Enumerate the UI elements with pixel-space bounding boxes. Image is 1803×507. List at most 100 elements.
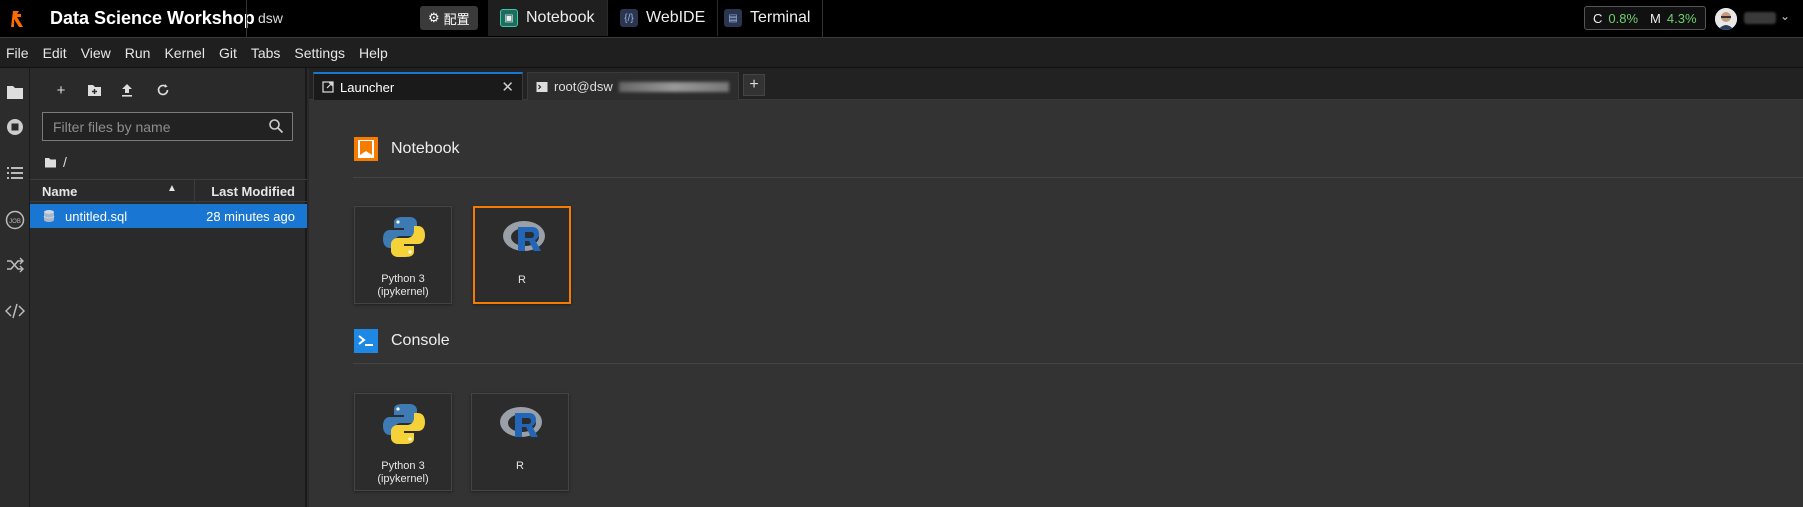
divider xyxy=(246,0,247,38)
menu-file[interactable]: File xyxy=(6,45,29,61)
launcher-icon xyxy=(322,81,334,93)
section-notebook-header: Notebook xyxy=(353,136,460,162)
database-file-icon xyxy=(43,210,55,222)
tab-launcher-label: Launcher xyxy=(340,79,395,95)
section-console-header: Console xyxy=(353,328,450,354)
menu-kernel[interactable]: Kernel xyxy=(164,45,204,61)
file-search-field[interactable] xyxy=(42,112,293,141)
tab-webide[interactable]: {/} WebIDE xyxy=(608,0,719,36)
section-divider xyxy=(353,363,1803,364)
launcher-card-python3-notebook[interactable]: Python 3 (ipykernel) xyxy=(354,206,452,304)
folder-icon[interactable] xyxy=(3,80,27,104)
python-logo-icon xyxy=(383,404,425,444)
config-label: 配置 xyxy=(443,11,470,27)
search-icon xyxy=(269,119,284,134)
tab-notebook-label: Notebook xyxy=(526,9,595,26)
app-title: Data Science Workshop xyxy=(50,8,255,28)
section-title: Notebook xyxy=(391,140,460,157)
section-divider xyxy=(353,177,1803,178)
tab-terminal-label: Terminal xyxy=(750,9,811,26)
running-kernels-icon[interactable] xyxy=(3,115,27,139)
user-avatar-icon xyxy=(1715,8,1737,30)
upload-button[interactable] xyxy=(117,80,137,100)
mem-label: M xyxy=(1650,10,1661,26)
file-modified: 28 minutes ago xyxy=(206,209,295,224)
file-list-header: Name ▲ Last Modified xyxy=(30,179,307,202)
document-tab-bar: Launcher ✕ root@dsw + xyxy=(309,68,1803,100)
notebook-icon: ▣ xyxy=(500,9,518,27)
new-folder-icon xyxy=(87,84,101,96)
cpu-label: C xyxy=(1593,10,1603,26)
breadcrumb[interactable]: / xyxy=(44,154,67,170)
notebook-section-icon xyxy=(354,137,378,161)
new-launcher-button[interactable]: + xyxy=(51,80,71,100)
tab-webide-label: WebIDE xyxy=(646,9,706,26)
menu-tabs[interactable]: Tabs xyxy=(251,45,281,61)
code-snippet-icon[interactable] xyxy=(3,299,27,323)
r-logo-icon xyxy=(503,221,545,251)
file-name: untitled.sql xyxy=(65,209,128,224)
table-of-contents-icon[interactable] xyxy=(3,161,27,185)
main-area: Launcher ✕ root@dsw + Notebook Python 3 … xyxy=(309,68,1803,507)
resource-usage-indicator[interactable]: C 0.8% M 4.3% xyxy=(1584,6,1706,30)
menu-help[interactable]: Help xyxy=(359,45,388,61)
menu-settings[interactable]: Settings xyxy=(294,45,345,61)
menu-bar: File Edit View Run Kernel Git Tabs Setti… xyxy=(0,38,1803,68)
user-name-redacted xyxy=(1744,12,1776,24)
refresh-icon xyxy=(157,84,169,96)
menu-git[interactable]: Git xyxy=(219,45,237,61)
left-sidebar: JOB xyxy=(0,68,30,507)
tab-launcher[interactable]: Launcher ✕ xyxy=(313,72,523,100)
gear-icon: ⚙ xyxy=(428,10,440,25)
top-bar: Data Science Workshop dsw ⚙ 配置 ▣ Noteboo… xyxy=(0,0,1803,38)
launcher-card-python3-console[interactable]: Python 3 (ipykernel) xyxy=(354,393,452,491)
section-title: Console xyxy=(391,332,450,349)
launcher-card-r-notebook[interactable]: R xyxy=(473,206,571,304)
console-section-icon xyxy=(354,329,378,353)
folder-icon xyxy=(45,157,56,167)
column-divider[interactable] xyxy=(194,180,195,202)
python-logo-icon xyxy=(383,217,425,257)
column-last-modified[interactable]: Last Modified xyxy=(211,184,295,199)
host-name-redacted xyxy=(618,81,729,92)
workspace-name[interactable]: dsw xyxy=(258,10,283,26)
breadcrumb-root[interactable]: / xyxy=(63,154,67,170)
upload-icon xyxy=(122,84,132,97)
terminal-icon: ▤ xyxy=(724,9,742,27)
tab-terminal-label: root@dsw xyxy=(554,79,613,94)
terminal-icon xyxy=(536,81,548,92)
close-icon[interactable]: ✕ xyxy=(501,78,514,96)
dsw-logo-icon[interactable] xyxy=(8,7,32,31)
job-icon[interactable]: JOB xyxy=(3,208,27,232)
menu-edit[interactable]: Edit xyxy=(43,45,67,61)
mem-usage: 4.3% xyxy=(1666,10,1697,26)
add-tab-button[interactable]: + xyxy=(743,74,765,96)
card-label: Python 3 (ipykernel) xyxy=(377,273,429,298)
menu-run[interactable]: Run xyxy=(125,45,151,61)
menu-view[interactable]: View xyxy=(81,45,111,61)
sort-ascending-icon[interactable]: ▲ xyxy=(167,183,177,194)
refresh-button[interactable] xyxy=(153,80,173,100)
tab-terminal-session[interactable]: root@dsw xyxy=(527,72,739,100)
launcher-card-r-console[interactable]: R xyxy=(471,393,569,491)
r-logo-icon xyxy=(500,407,542,437)
avatar[interactable] xyxy=(1715,8,1737,30)
tab-terminal[interactable]: ▤ Terminal xyxy=(712,0,824,36)
shuffle-icon[interactable] xyxy=(3,253,27,277)
divider xyxy=(822,0,823,38)
svg-text:JOB: JOB xyxy=(9,219,21,225)
card-label: R xyxy=(518,274,526,286)
code-icon: {/} xyxy=(620,9,638,27)
new-folder-button[interactable] xyxy=(84,80,104,100)
card-label: R xyxy=(516,460,524,472)
chevron-down-icon[interactable]: ⌄ xyxy=(1780,9,1790,23)
file-filter-input[interactable] xyxy=(43,113,263,140)
card-label: Python 3 (ipykernel) xyxy=(377,460,429,485)
column-name[interactable]: Name xyxy=(42,184,77,199)
tab-notebook[interactable]: ▣ Notebook xyxy=(488,0,608,36)
config-button[interactable]: ⚙ 配置 xyxy=(420,6,478,30)
file-row[interactable]: untitled.sql 28 minutes ago xyxy=(30,204,307,228)
cpu-usage: 0.8% xyxy=(1608,10,1639,26)
launcher-panel: Notebook Python 3 (ipykernel) R Console … xyxy=(309,100,1803,507)
file-browser-panel: + / Name ▲ Last Modified untitled.sql 28… xyxy=(30,68,307,507)
